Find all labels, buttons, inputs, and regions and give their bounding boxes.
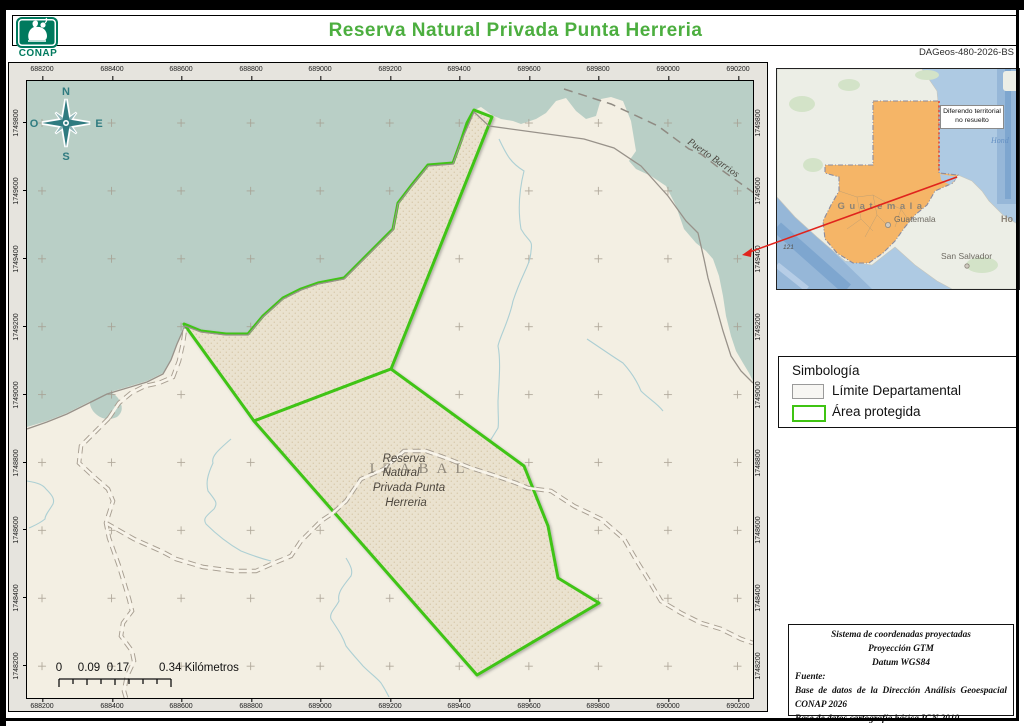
svg-text:Natural: Natural	[382, 467, 420, 479]
inset-honduras-label: Ho	[1001, 214, 1013, 224]
axis-label: 689800	[586, 66, 609, 73]
compass-n: N	[62, 86, 70, 98]
axis-label: 1749200	[754, 299, 764, 355]
conap-wordmark: CONAP	[14, 48, 62, 59]
protected-area-swatch	[792, 405, 826, 422]
axis-label: 689800	[586, 703, 609, 710]
crs-line: Proyección GTM	[795, 643, 1007, 657]
axis-label: 689000	[308, 703, 331, 710]
axis-label: 1748400	[12, 570, 22, 626]
inset-city-dot	[885, 222, 890, 227]
credits-box: Sistema de coordenadas proyectadas Proye…	[788, 624, 1014, 716]
axis-label: 688400	[100, 66, 123, 73]
document-code: DAGeos-480-2026-BS	[820, 47, 1014, 58]
axis-label: 690000	[656, 703, 679, 710]
axis-label: 689200	[378, 703, 401, 710]
inset-dispute-note: Diferendo territorial no resuelto	[940, 105, 1004, 129]
axis-label: 689600	[517, 66, 540, 73]
axis-label: 689200	[378, 66, 401, 73]
page-frame	[0, 718, 1019, 721]
axis-label: 688400	[100, 703, 123, 710]
inset-map: Guatemala Guatemala San Salvador Ho Hond…	[776, 68, 1020, 290]
axis-label: 689400	[447, 66, 470, 73]
inset-san-salvador-dot	[965, 264, 969, 268]
axis-label: 1749000	[12, 367, 22, 423]
scale-0: 0	[56, 662, 62, 674]
page-title: Reserva Natural Privada Punta Herreria	[13, 16, 1018, 45]
scale-034: 0.34 Kilómetros	[159, 662, 239, 674]
crs-line: Sistema de coordenadas proyectadas	[795, 629, 1007, 643]
header: Reserva Natural Privada Punta Herreria	[12, 15, 1019, 46]
conap-logo: CONAP	[16, 17, 60, 57]
axis-label: 688200	[30, 66, 53, 73]
axis-label: 688600	[169, 703, 192, 710]
axis-label: 690200	[726, 66, 749, 73]
departmental-limit-swatch	[792, 384, 824, 399]
scale-009: 0.09	[78, 662, 100, 674]
legend: Simbología Límite Departamental Área pro…	[778, 356, 1018, 428]
axis-label: 1749800	[12, 95, 22, 151]
compass-e: E	[95, 118, 102, 130]
axis-label: 688800	[239, 703, 262, 710]
axis-label: 1748800	[754, 435, 764, 491]
monkey-icon	[16, 17, 58, 48]
page-frame	[0, 0, 1024, 10]
svg-text:Reserva: Reserva	[383, 453, 426, 465]
axis-label: 688800	[239, 66, 262, 73]
scale-017: 0.17	[107, 662, 129, 674]
axis-label: 690000	[656, 66, 679, 73]
compass-s: S	[62, 151, 69, 163]
source-line: Base de datos de la Dirección Análisis G…	[795, 685, 1007, 713]
inset-country-label: Guatemala	[837, 201, 926, 212]
compass-w: O	[30, 118, 39, 130]
axis-label: 1748800	[12, 435, 22, 491]
axis-label: 689600	[517, 703, 540, 710]
inset-san-salvador-label: San Salvador	[941, 251, 992, 261]
inset-city-label: Guatemala	[894, 214, 936, 224]
svg-text:Privada Punta: Privada Punta	[373, 482, 445, 494]
axis-label: 688200	[30, 703, 53, 710]
page-frame	[1016, 0, 1019, 721]
page-frame	[0, 0, 6, 726]
map-document: Reserva Natural Privada Punta Herreria C…	[0, 0, 1024, 726]
source-heading: Fuente:	[795, 671, 1007, 685]
inset-road-number: 121	[783, 244, 794, 251]
legend-item-label: Área protegida	[832, 404, 921, 419]
crs-line: Datum WGS84	[795, 657, 1007, 671]
svg-text:Herreria: Herreria	[385, 497, 427, 509]
axis-label: 1749600	[754, 163, 764, 219]
axis-label: 1749400	[754, 231, 764, 287]
axis-label: 690200	[726, 703, 749, 710]
axis-label: 1748200	[12, 638, 22, 694]
axis-label: 1748600	[12, 502, 22, 558]
axis-label: 688600	[169, 66, 192, 73]
axis-label: 1749200	[12, 299, 22, 355]
axis-label: 1748400	[754, 570, 764, 626]
axis-label: 1748600	[754, 502, 764, 558]
axis-label: 1748200	[754, 638, 764, 694]
axis-label: 1749400	[12, 231, 22, 287]
map-frame: 688200 688400 688600 688800 689000 68920…	[8, 62, 768, 712]
axis-label: 1749000	[754, 367, 764, 423]
axis-label: 689000	[308, 66, 331, 73]
main-map: Puerto Barrios IZABAL	[26, 80, 754, 699]
axis-label: 1749800	[754, 95, 764, 151]
legend-item-label: Límite Departamental	[832, 383, 961, 398]
inset-gulf-label: Hond	[990, 136, 1010, 145]
legend-title: Simbología	[792, 363, 860, 378]
axis-label: 1749600	[12, 163, 22, 219]
axis-label: 689400	[447, 703, 470, 710]
